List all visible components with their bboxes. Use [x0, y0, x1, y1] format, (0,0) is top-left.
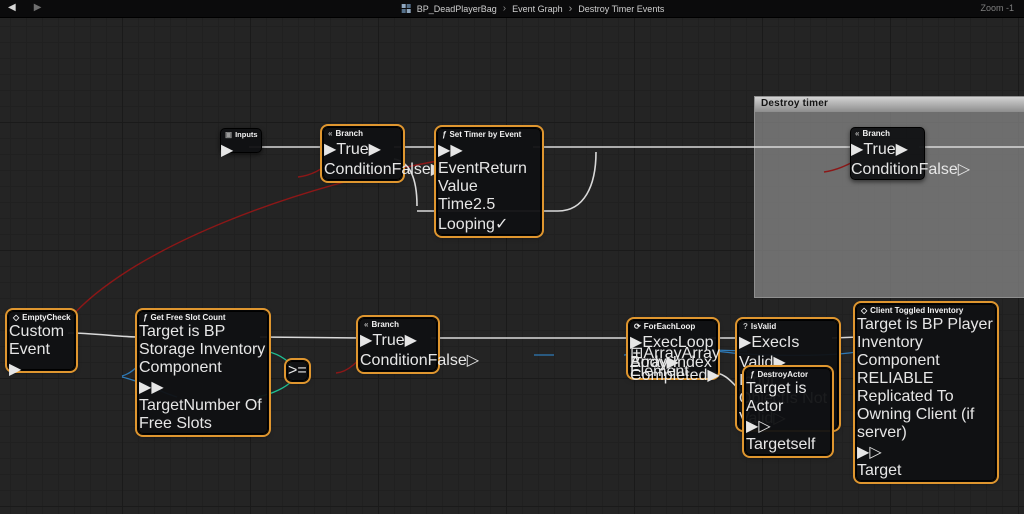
- exec-out-pin[interactable]: ▶: [9, 361, 21, 378]
- exec-in-pin[interactable]: ▶: [746, 418, 758, 435]
- exec-in-pin[interactable]: ▶: [139, 379, 151, 396]
- zoom-level-label: Zoom -1: [980, 3, 1014, 13]
- operator-label: >=: [288, 362, 307, 379]
- pin-label-time: Time: [438, 196, 473, 213]
- loop-icon: ⟳: [634, 322, 641, 331]
- exec-in-pin[interactable]: ▶: [851, 141, 863, 158]
- node-title: Branch: [335, 129, 364, 138]
- breadcrumb-root[interactable]: BP_DeadPlayerBag: [417, 4, 497, 14]
- node-title: EmptyCheck: [22, 313, 71, 322]
- pin-label-target: Target: [746, 436, 791, 453]
- branch-icon: «: [328, 129, 333, 138]
- node-branch-comment[interactable]: « Branch ▶True▶ ConditionFalse▷: [850, 127, 970, 180]
- true-exec-pin[interactable]: ▶: [896, 141, 908, 158]
- title-bar: ◀ ▶ BP_DeadPlayerBag › Event Graph › Des…: [0, 0, 1024, 18]
- node-greater-equal[interactable]: >=: [287, 361, 308, 381]
- node-title: Get Free Slot Count: [150, 313, 226, 322]
- exec-in-pin[interactable]: ▶: [739, 334, 751, 351]
- exec-out-pin[interactable]: ▷: [869, 444, 881, 461]
- true-exec-pin[interactable]: ▶: [369, 141, 381, 158]
- completed-exec-pin[interactable]: ▶: [707, 367, 719, 384]
- pin-label-target: Target: [857, 462, 902, 479]
- exec-out-pin[interactable]: ▶: [221, 142, 233, 159]
- pin-label-condition: Condition: [851, 161, 919, 178]
- pin-label-looping: Looping: [438, 216, 495, 233]
- node-destroy-actor[interactable]: ƒ DestroyActor Target is Actor ▶▷ Target…: [745, 368, 831, 455]
- exec-in-pin[interactable]: ▶: [857, 444, 869, 461]
- chevron-icon: ›: [568, 2, 573, 15]
- forward-button[interactable]: ▶: [34, 2, 42, 13]
- branch-icon: «: [364, 320, 369, 329]
- pin-label-condition: Condition: [360, 352, 428, 369]
- pin-label-false: False: [918, 161, 958, 178]
- time-value-input[interactable]: 2.5: [473, 196, 495, 213]
- exec-in-pin[interactable]: ▶: [360, 332, 372, 349]
- pin-label-true: True: [372, 332, 405, 349]
- event-icon: ◇: [861, 306, 868, 315]
- exec-out-pin[interactable]: ▶: [450, 142, 462, 159]
- breadcrumb-graph[interactable]: Event Graph: [512, 4, 563, 14]
- exec-in-pin[interactable]: ▶: [438, 142, 450, 159]
- node-title: Branch: [862, 129, 891, 138]
- node-subtitle: Custom Event: [9, 323, 65, 358]
- node-get-free-slot-count[interactable]: ƒ Get Free Slot Count Target is BP Stora…: [138, 311, 268, 434]
- node-branch-bottom[interactable]: « Branch ▶True▶ ConditionFalse▷: [359, 318, 479, 371]
- pin-label-true: True: [863, 141, 896, 158]
- node-subtitle-1: Target is BP Player Inventory Component: [857, 316, 993, 369]
- node-client-toggled-inventory[interactable]: ◇ Client Toggled Inventory Target is BP …: [856, 304, 996, 481]
- pin-label-event: Event: [438, 160, 479, 177]
- comment-title[interactable]: Destroy timer: [755, 97, 1024, 112]
- node-title: Set Timer by Event: [449, 130, 522, 139]
- node-empty-check-event[interactable]: ◇ EmptyCheck Custom Event ▶: [8, 311, 75, 378]
- event-icon: ◇: [13, 313, 20, 322]
- node-title: IsValid: [750, 322, 777, 331]
- function-icon: ƒ: [750, 370, 755, 379]
- pin-label-true: True: [336, 141, 369, 158]
- node-title: DestroyActor: [757, 370, 809, 379]
- pin-label-target: Target: [139, 397, 184, 414]
- exec-out-pin[interactable]: ▷: [758, 418, 770, 435]
- node-foreachloop[interactable]: ⟳ ForEachLoop ▶ExecLoop Body▶ ⊞ArrayArra…: [629, 320, 720, 384]
- pin-label-false: False: [391, 161, 431, 178]
- false-exec-pin[interactable]: ▷: [467, 352, 479, 369]
- function-icon: ƒ: [442, 130, 447, 139]
- function-icon: ƒ: [143, 313, 148, 322]
- exec-out-pin[interactable]: ▶: [151, 379, 163, 396]
- node-branch-top[interactable]: « Branch ▶True▶ ConditionFalse▶: [323, 127, 443, 180]
- node-title: Inputs: [235, 130, 258, 139]
- false-exec-pin[interactable]: ▷: [958, 161, 970, 178]
- chevron-icon: ›: [502, 3, 507, 14]
- pin-label-condition: Condition: [324, 161, 392, 178]
- breadcrumb: BP_DeadPlayerBag › Event Graph › Destroy…: [401, 2, 664, 15]
- node-subtitle: Target is Actor: [746, 380, 807, 415]
- true-exec-pin[interactable]: ▶: [405, 332, 417, 349]
- pin-label-completed: Completed: [630, 367, 708, 384]
- node-subtitle: Target is BP Storage Inventory Component: [139, 323, 266, 376]
- inputs-icon: ▣: [225, 130, 233, 139]
- node-set-timer-by-event[interactable]: ƒ Set Timer by Event ▶▶ EventReturn Valu…: [437, 128, 541, 235]
- node-title: Branch: [371, 320, 400, 329]
- node-inputs[interactable]: ▣ Inputs ▶: [220, 128, 262, 159]
- looping-checkbox[interactable]: ✓: [495, 216, 508, 233]
- branch-icon: «: [855, 129, 860, 138]
- blueprint-icon: [401, 4, 411, 13]
- question-icon: ?: [743, 322, 748, 331]
- pin-label-false: False: [427, 352, 467, 369]
- pin-label-exec: Exec: [751, 334, 787, 351]
- node-title: Client Toggled Inventory: [870, 306, 964, 315]
- back-button[interactable]: ◀: [8, 2, 16, 13]
- node-title: ForEachLoop: [643, 322, 696, 331]
- breadcrumb-section[interactable]: Destroy Timer Events: [578, 4, 664, 14]
- target-self-value[interactable]: self: [790, 436, 815, 453]
- exec-in-pin[interactable]: ▶: [324, 141, 336, 158]
- node-subtitle-2: RELIABLE Replicated To Owning Client (if…: [857, 370, 975, 441]
